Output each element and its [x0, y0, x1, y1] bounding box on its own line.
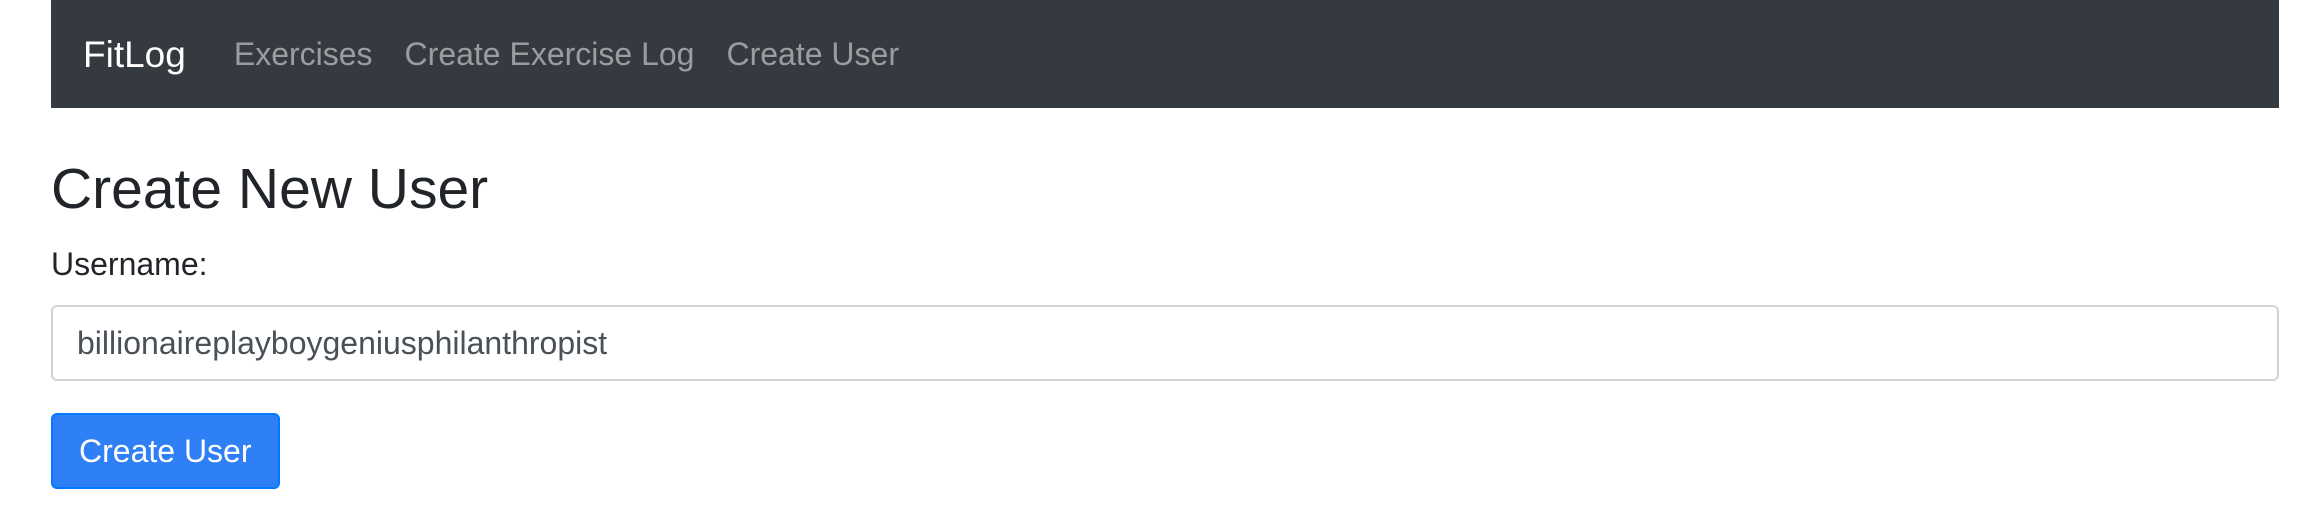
- username-form-group: Username:: [51, 245, 2279, 382]
- app-container: FitLog Exercises Create Exercise Log Cre…: [51, 0, 2279, 490]
- brand-link[interactable]: FitLog: [83, 36, 186, 73]
- nav-links: Exercises Create Exercise Log Create Use…: [234, 38, 899, 70]
- nav-link-exercises[interactable]: Exercises: [234, 38, 373, 70]
- nav-link-create-exercise-log[interactable]: Create Exercise Log: [405, 38, 695, 70]
- create-user-button[interactable]: Create User: [51, 413, 280, 490]
- nav-link-create-user[interactable]: Create User: [726, 38, 899, 70]
- top-navbar: FitLog Exercises Create Exercise Log Cre…: [51, 0, 2279, 108]
- username-label: Username:: [51, 245, 208, 282]
- username-input[interactable]: [51, 305, 2279, 382]
- page-title: Create New User: [51, 157, 489, 221]
